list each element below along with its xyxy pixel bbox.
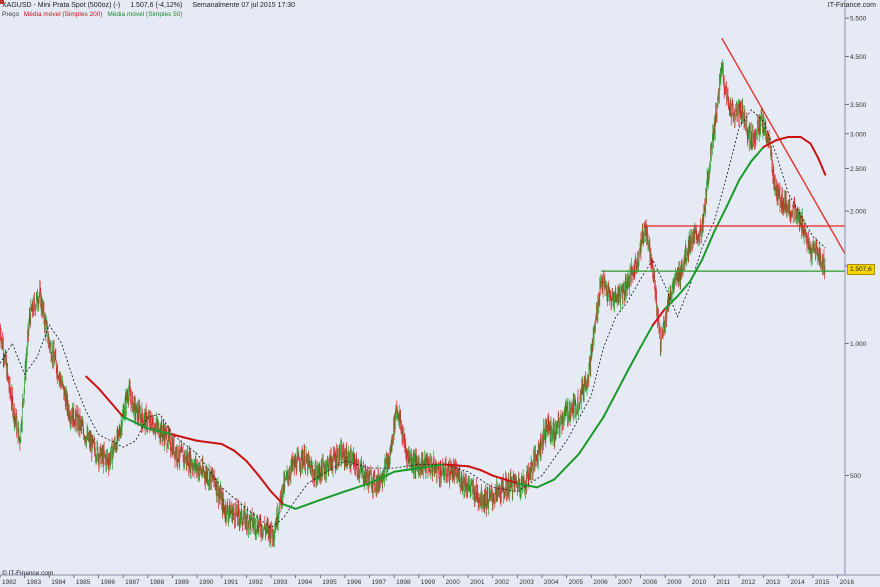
x-axis: 1982 1983 1984 1985 1986 1987 1988 1989 1990 1991… bbox=[0, 574, 880, 586]
chart-header: XAGUSD - Mini Prata Spot (500oz) (-) 1.5… bbox=[2, 2, 303, 9]
x-tick-label: 1985 bbox=[76, 579, 91, 586]
price-chart[interactable]: 5001.0001.5002.0002.5003.0003.5004.5005.… bbox=[0, 0, 880, 587]
y-tick-label: 5.500 bbox=[850, 16, 867, 23]
x-tick-label: 2015 bbox=[815, 579, 830, 586]
legend-ma50[interactable]: Média móvel (Simples 50) bbox=[107, 11, 182, 18]
x-tick-label: 2008 bbox=[643, 579, 658, 586]
x-tick-label: 1989 bbox=[174, 579, 189, 586]
x-tick-label: 1987 bbox=[125, 579, 140, 586]
legend-price[interactable]: Preço bbox=[2, 11, 19, 18]
x-tick-label: 1983 bbox=[27, 579, 42, 586]
x-tick-label: 1992 bbox=[248, 579, 263, 586]
y-axis: 5001.0001.5002.0002.5003.0003.5004.5005.… bbox=[844, 0, 867, 575]
x-tick-label: 1986 bbox=[101, 579, 116, 586]
x-tick-label: 1993 bbox=[273, 579, 288, 586]
x-tick-label: 2006 bbox=[593, 579, 608, 586]
x-tick-label: 1991 bbox=[224, 579, 239, 586]
x-tick-label: 1990 bbox=[199, 579, 214, 586]
x-tick-label: 1994 bbox=[298, 579, 313, 586]
x-tick-label: 1982 bbox=[2, 579, 17, 586]
y-tick-label: 3.500 bbox=[850, 102, 867, 109]
y-tick-label: 3.000 bbox=[850, 131, 867, 138]
x-tick-label: 2007 bbox=[618, 579, 633, 586]
copyright-label: © IT-Finance.com bbox=[2, 570, 54, 577]
x-tick-label: 1996 bbox=[347, 579, 362, 586]
symbol-title: XAGUSD - Mini Prata Spot (500oz) (-) bbox=[2, 2, 121, 9]
last-price: 1.507,6 (-4,12%) bbox=[130, 2, 183, 9]
x-tick-label: 1988 bbox=[150, 579, 165, 586]
x-tick-label: 2000 bbox=[445, 579, 460, 586]
legend: Preço Média móvel (Simples 200) Média mó… bbox=[2, 11, 183, 18]
last-price-tag: 1.507,6 bbox=[847, 264, 875, 275]
x-tick-label: 2005 bbox=[569, 579, 584, 586]
legend-ma200[interactable]: Média móvel (Simples 200) bbox=[24, 11, 103, 18]
x-tick-label: 2011 bbox=[716, 579, 730, 586]
x-tick-label: 1995 bbox=[322, 579, 337, 586]
x-tick-label: 2004 bbox=[544, 579, 559, 586]
x-tick-label: 2016 bbox=[840, 579, 855, 586]
y-tick-label: 500 bbox=[850, 473, 861, 480]
x-tick-label: 2009 bbox=[667, 579, 682, 586]
y-tick-label: 2.500 bbox=[850, 166, 867, 173]
period-label: Semanalmente 07 jul 2015 17:30 bbox=[192, 2, 296, 9]
x-tick-label: 2012 bbox=[741, 579, 756, 586]
x-tick-label: 1998 bbox=[396, 579, 411, 586]
x-tick-label: 1997 bbox=[372, 579, 387, 586]
chart-plot-area bbox=[0, 0, 845, 575]
x-tick-label: 2013 bbox=[766, 579, 781, 586]
x-tick-label: 1984 bbox=[51, 579, 66, 586]
x-tick-label: 2010 bbox=[692, 579, 707, 586]
x-tick-label: 2014 bbox=[790, 579, 805, 586]
x-tick-label: 2001 bbox=[470, 579, 485, 586]
x-tick-label: 2002 bbox=[495, 579, 510, 586]
y-tick-label: 1.000 bbox=[850, 341, 867, 348]
y-tick-label: 4.500 bbox=[850, 54, 867, 61]
y-tick-label: 2.000 bbox=[850, 209, 867, 216]
x-tick-label: 2003 bbox=[519, 579, 534, 586]
brand-label[interactable]: IT-Finance.com bbox=[828, 2, 876, 9]
x-tick-label: 1999 bbox=[421, 579, 436, 586]
